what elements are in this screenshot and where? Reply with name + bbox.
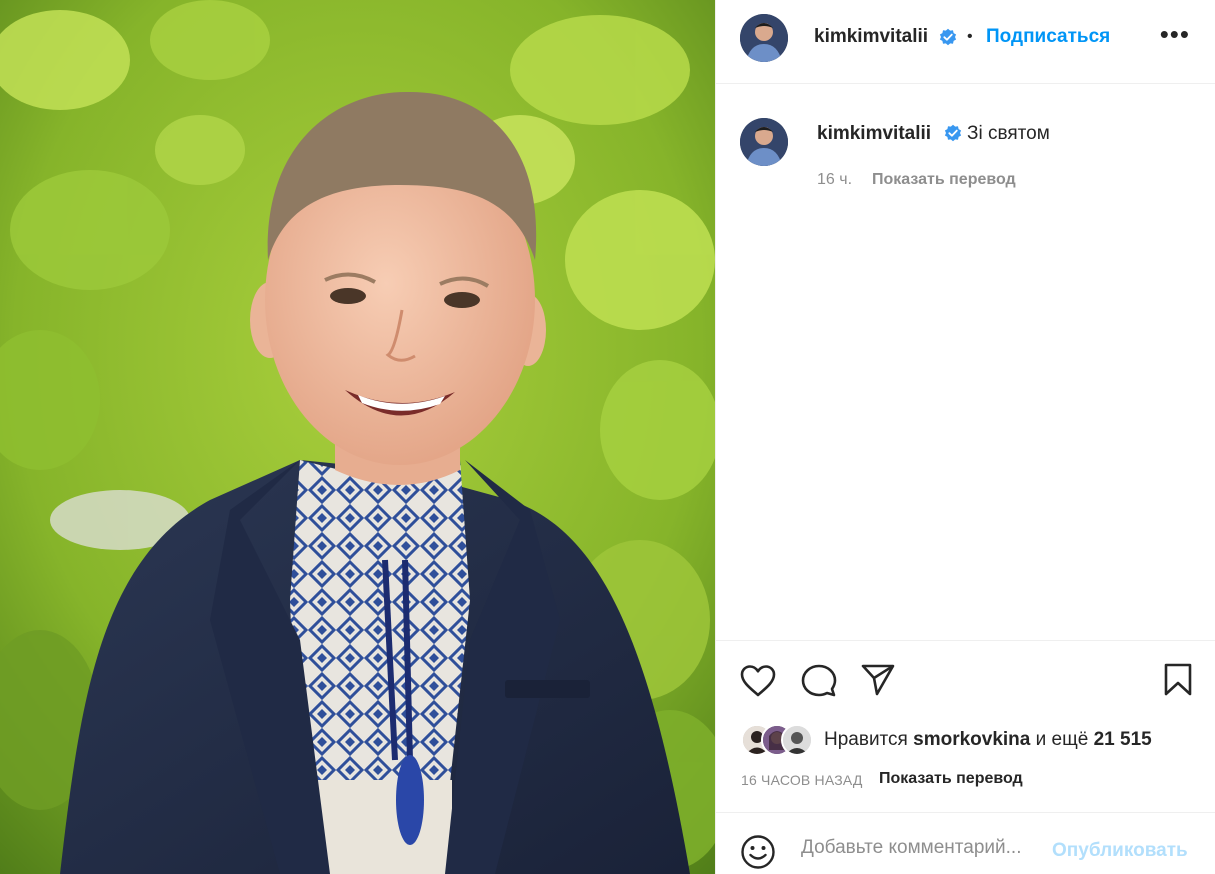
author-username[interactable]: kimkimvitalii	[814, 26, 928, 48]
post-actions: Нравится smorkovkina и ещё 21 515 16 ЧАС…	[716, 640, 1215, 812]
caption-timestamp[interactable]: 16 ч.	[817, 171, 852, 189]
smile-icon[interactable]	[740, 834, 776, 870]
heart-icon[interactable]	[740, 664, 776, 698]
post-translate-link[interactable]: Показать перевод	[879, 770, 1023, 788]
liker-username[interactable]: smorkovkina	[913, 729, 1030, 750]
caption-translate-link[interactable]: Показать перевод	[872, 171, 1016, 189]
verified-badge-icon	[939, 28, 957, 46]
post-photo[interactable]	[0, 0, 715, 874]
likes-middle: и ещё	[1035, 729, 1089, 750]
post-header: kimkimvitalii • Подписаться •••	[716, 0, 1215, 84]
more-options-icon[interactable]: •••	[1160, 21, 1190, 47]
publish-button[interactable]: Опубликовать	[1052, 840, 1188, 862]
send-icon[interactable]	[860, 663, 896, 697]
likes-count[interactable]: 21 515	[1094, 729, 1152, 750]
post-image	[0, 0, 715, 874]
post-sidebar: kimkimvitalii • Подписаться ••• kimkimvi…	[715, 0, 1215, 874]
comment-bar: Опубликовать	[716, 812, 1215, 874]
caption-avatar[interactable]	[740, 118, 788, 166]
post-timestamp[interactable]: 16 ЧАСОВ НАЗАД	[741, 772, 863, 788]
likes-prefix: Нравится	[824, 729, 908, 750]
author-avatar[interactable]	[740, 14, 788, 62]
verified-badge-icon	[944, 124, 962, 142]
likes-summary[interactable]: Нравится smorkovkina и ещё 21 515	[824, 729, 1152, 751]
comment-icon[interactable]	[801, 663, 837, 699]
caption-username[interactable]: kimkimvitalii	[817, 123, 931, 145]
caption-text: Зі святом	[967, 123, 1050, 144]
comment-input[interactable]	[801, 837, 1051, 859]
liker-avatar	[781, 724, 813, 756]
likers-avatars[interactable]	[741, 724, 821, 758]
follow-button[interactable]: Подписаться	[986, 26, 1110, 48]
bookmark-icon[interactable]	[1163, 663, 1193, 697]
separator-dot: •	[967, 28, 973, 45]
